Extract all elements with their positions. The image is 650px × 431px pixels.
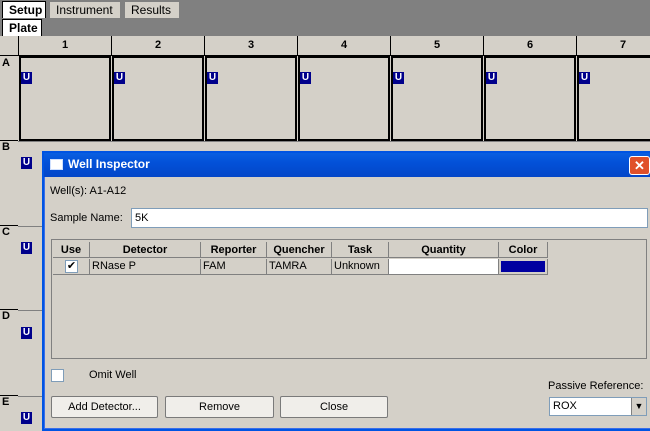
well-a7[interactable] (577, 56, 650, 141)
well-inspector-dialog: Well Inspector ✕ Well(s): A1-A12 Sample … (42, 151, 650, 431)
well-a1[interactable] (19, 56, 111, 141)
well-badge: U (486, 72, 497, 84)
corner-cell (0, 36, 18, 56)
well-a2[interactable] (112, 56, 204, 141)
column-header: 7 (576, 36, 650, 56)
column-header: 4 (297, 36, 390, 56)
row-header: B (0, 141, 18, 226)
reporter-cell: FAM (201, 259, 267, 275)
quencher-cell: TAMRA (267, 259, 332, 275)
table-header: Detector (90, 242, 201, 258)
row-divider (18, 226, 42, 227)
detector-table: Use Detector Reporter Quencher Task Quan… (51, 239, 647, 359)
well-badge: U (207, 72, 218, 84)
use-checkbox[interactable]: ✔ (65, 260, 78, 273)
color-swatch (501, 261, 545, 272)
well-a6[interactable] (484, 56, 576, 141)
omit-well-checkbox[interactable] (51, 369, 64, 382)
well-badge: U (21, 72, 32, 84)
chevron-down-icon[interactable]: ▼ (631, 398, 646, 415)
passive-reference-value: ROX (553, 400, 577, 412)
main-tabbar: Setup Instrument Results (0, 0, 650, 18)
column-header: 5 (390, 36, 483, 56)
tab-plate[interactable]: Plate (2, 19, 42, 36)
sample-name-label: Sample Name: (50, 212, 123, 224)
table-header: Task (332, 242, 389, 258)
row-header: A (0, 57, 18, 141)
dialog-titlebar[interactable]: Well Inspector ✕ (44, 153, 650, 177)
row-divider (18, 141, 650, 142)
well-badge: U (21, 412, 32, 424)
well-badge: U (300, 72, 311, 84)
tab-results[interactable]: Results (124, 1, 180, 18)
passive-reference-label: Passive Reference: (548, 380, 644, 392)
table-header: Color (499, 242, 548, 258)
well-badge: U (114, 72, 125, 84)
well-badge: U (21, 242, 32, 254)
row-divider (18, 396, 42, 397)
column-header: 2 (111, 36, 204, 56)
table-row: ✔ (53, 259, 90, 275)
detector-cell[interactable]: RNase P (90, 259, 201, 275)
well-badge: U (21, 327, 32, 339)
row-header: E (2, 396, 10, 408)
wells-label: Well(s): A1-A12 (50, 185, 127, 197)
color-cell (499, 259, 548, 275)
table-header: Quencher (267, 242, 332, 258)
well-badge: U (21, 157, 32, 169)
task-cell[interactable]: Unknown (332, 259, 389, 275)
column-header: 1 (18, 36, 111, 56)
row-header: D (0, 310, 18, 396)
well-badge: U (579, 72, 590, 84)
close-icon[interactable]: ✕ (629, 156, 650, 175)
well-a4[interactable] (298, 56, 390, 141)
column-header: 3 (204, 36, 297, 56)
row-header: C (0, 226, 18, 310)
table-header: Reporter (201, 242, 267, 258)
well-badge: U (393, 72, 404, 84)
row-divider (18, 310, 42, 311)
tab-setup[interactable]: Setup (2, 1, 46, 18)
dialog-title: Well Inspector (68, 157, 150, 171)
tab-instrument[interactable]: Instrument (49, 1, 121, 18)
well-a5[interactable] (391, 56, 483, 141)
well-a3[interactable] (205, 56, 297, 141)
window-icon (50, 159, 63, 170)
passive-reference-select[interactable]: ROX ▼ (549, 397, 647, 416)
table-header: Use (53, 242, 90, 258)
close-button[interactable]: Close (280, 396, 388, 418)
quantity-cell[interactable] (389, 259, 499, 275)
add-detector-button[interactable]: Add Detector... (51, 396, 158, 418)
omit-well-label: Omit Well (89, 369, 137, 381)
column-header: 6 (483, 36, 576, 56)
table-header: Quantity (389, 242, 499, 258)
sub-tabbar: Plate (0, 18, 650, 36)
sample-name-input[interactable] (131, 208, 648, 228)
remove-button[interactable]: Remove (165, 396, 274, 418)
